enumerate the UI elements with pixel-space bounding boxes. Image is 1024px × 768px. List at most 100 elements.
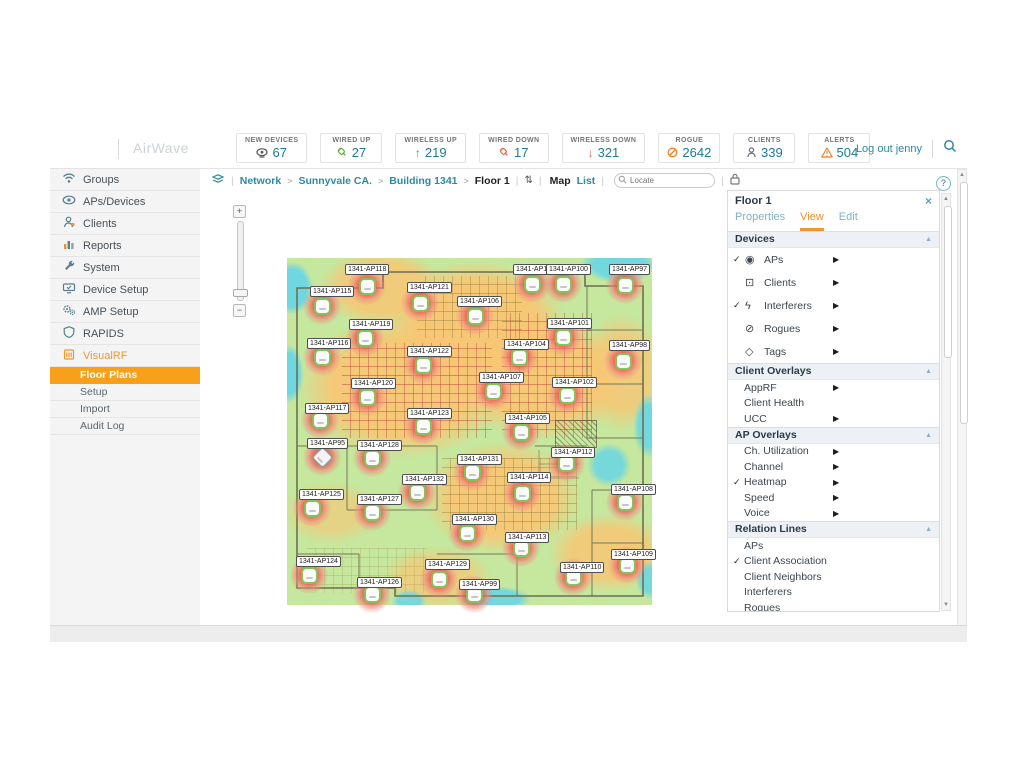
sidebar-item-import[interactable]: Import [50,401,200,418]
panel-item-interferers[interactable]: ✓ϟInterferers▶ [728,294,939,317]
panel-section-header[interactable]: Relation Lines▲ [728,521,939,538]
breadcrumb-network[interactable]: Network [240,175,281,187]
ap-label[interactable]: 1341-AP131 [457,454,502,465]
panel-item-clients[interactable]: ⊡Clients▶ [728,271,939,294]
expand-arrow-icon[interactable]: ▶ [833,478,839,487]
ap-device-marker[interactable] [526,278,539,291]
sidebar-item-groups[interactable]: Groups [50,169,200,191]
stat-clients[interactable]: CLIENTS 339 [733,133,795,163]
ap-device-marker[interactable] [469,310,482,323]
ap-label[interactable]: 1341-AP121 [407,282,452,293]
panel-item-apprf[interactable]: AppRF▶ [728,380,939,396]
ap-device-marker[interactable] [617,355,630,368]
zoom-slider-handle[interactable] [233,289,248,297]
ap-device-marker[interactable] [303,569,316,582]
panel-item-ucc[interactable]: UCC▶ [728,411,939,427]
help-icon[interactable]: ? [936,176,951,191]
ap-device-marker[interactable] [619,279,632,292]
ap-device-marker[interactable] [366,588,379,601]
ap-device-marker[interactable] [359,332,372,345]
panel-item-channel[interactable]: Channel▶ [728,459,939,475]
ap-label[interactable]: 1341-AP117 [305,403,349,414]
panel-scrollbar[interactable]: ▲ ▼ [941,193,951,611]
ap-label[interactable]: 1341-AP110 [560,562,604,573]
expand-arrow-icon[interactable]: ▶ [833,493,839,502]
sidebar-item-device-setup[interactable]: Device Setup [50,279,200,301]
ap-device-marker[interactable] [487,385,500,398]
ap-label[interactable]: 1341-AP118 [345,264,389,275]
panel-item-heatmap[interactable]: ✓Heatmap▶ [728,475,939,491]
close-icon[interactable]: × [925,194,932,208]
ap-device-marker[interactable] [316,351,329,364]
stat-new-devices[interactable]: NEW DEVICES 67 [236,133,307,163]
stat-wireless-down[interactable]: WIRELESS DOWN ↓321 [562,133,646,163]
ap-label[interactable]: 1341-AP124 [296,556,341,567]
expand-arrow-icon[interactable]: ▶ [833,301,839,310]
locate-input[interactable] [614,173,715,188]
expand-arrow-icon[interactable]: ▶ [833,324,839,333]
layers-icon[interactable] [211,173,225,188]
ap-device-marker[interactable] [361,280,374,293]
tab-view[interactable]: View [800,211,824,231]
ap-device-marker[interactable] [466,466,479,479]
ap-label[interactable]: 1341-AP116 [307,338,351,349]
stat-wired-down[interactable]: WIRED DOWN 17 [479,133,548,163]
sidebar-item-clients[interactable]: Clients [50,213,200,235]
ap-device-marker[interactable] [433,573,446,586]
floor-plan-canvas[interactable]: 1341-AP1181341-AP1151341-AP1211341-AP103… [287,258,652,605]
scroll-down-icon[interactable]: ▼ [942,602,950,608]
ap-device-marker[interactable] [516,487,529,500]
panel-item-voice[interactable]: Voice▶ [728,506,939,522]
tab-edit[interactable]: Edit [839,211,858,231]
sidebar-item-floor-plans[interactable]: Floor Plans [50,367,200,384]
collapse-caret-icon[interactable]: ▲ [925,522,932,537]
panel-section-header[interactable]: Client Overlays▲ [728,363,939,380]
panel-item-client-health[interactable]: Client Health [728,396,939,412]
panel-item-tags[interactable]: ◇Tags▶ [728,340,939,363]
ap-device-marker[interactable] [557,278,570,291]
ap-device-marker[interactable] [306,502,319,515]
ap-label[interactable]: 1341-AP130 [452,514,497,525]
ap-device-marker[interactable] [366,452,379,465]
page-scrollbar-thumb[interactable] [960,182,968,424]
sidebar-item-visualrf[interactable]: VisualRF [50,345,200,367]
zoom-in-button[interactable]: + [233,205,246,218]
expand-arrow-icon[interactable]: ▶ [833,278,839,287]
ap-device-marker[interactable] [515,542,528,555]
panel-item-aps[interactable]: APs [728,538,939,554]
panel-section-header[interactable]: AP Overlays▲ [728,427,939,444]
ap-label[interactable]: 1341-AP109 [611,549,656,560]
sort-updown-icon[interactable]: ⇅ [525,175,533,186]
ap-device-marker[interactable] [417,420,430,433]
scroll-up-icon[interactable]: ▲ [942,196,950,202]
ap-label[interactable]: 1341-AP112 [551,447,595,458]
list-view-toggle[interactable]: List [577,175,596,187]
ap-device-marker[interactable] [361,391,374,404]
scroll-up-icon[interactable]: ▲ [958,172,966,178]
sidebar-item-aps-devices[interactable]: APs/Devices [50,191,200,213]
expand-arrow-icon[interactable]: ▶ [833,383,839,392]
stat-wireless-up[interactable]: WIRELESS UP ↑219 [395,133,466,163]
sidebar-item-system[interactable]: System [50,257,200,279]
ap-device-marker[interactable] [417,359,430,372]
map-view-toggle[interactable]: Map [550,175,571,187]
ap-label[interactable]: 1341-AP105 [505,413,550,424]
ap-label[interactable]: 1341-AP106 [457,296,502,307]
panel-item-interferers[interactable]: Interferers [728,585,939,601]
stat-rogue[interactable]: ROGUE 2642 [658,133,720,163]
ap-label[interactable]: 1341-AP120 [351,378,396,389]
ap-device-marker[interactable] [414,297,427,310]
ap-device-marker[interactable] [411,486,424,499]
ap-device-marker[interactable] [560,457,573,470]
ap-device-marker[interactable] [314,414,327,427]
zoom-slider-track[interactable] [237,221,244,301]
stat-wired-up[interactable]: WIRED UP 27 [320,133,382,163]
panel-item-speed[interactable]: Speed▶ [728,490,939,506]
ap-label[interactable]: 1341-AP119 [349,319,393,330]
panel-item-client-association[interactable]: ✓Client Association [728,554,939,570]
ap-label[interactable]: 1341-AP113 [505,532,549,543]
ap-label[interactable]: 1341-AP95 [307,438,348,449]
search-icon[interactable] [943,139,957,158]
sidebar-item-amp-setup[interactable]: AMP Setup [50,301,200,323]
expand-arrow-icon[interactable]: ▶ [833,447,839,456]
